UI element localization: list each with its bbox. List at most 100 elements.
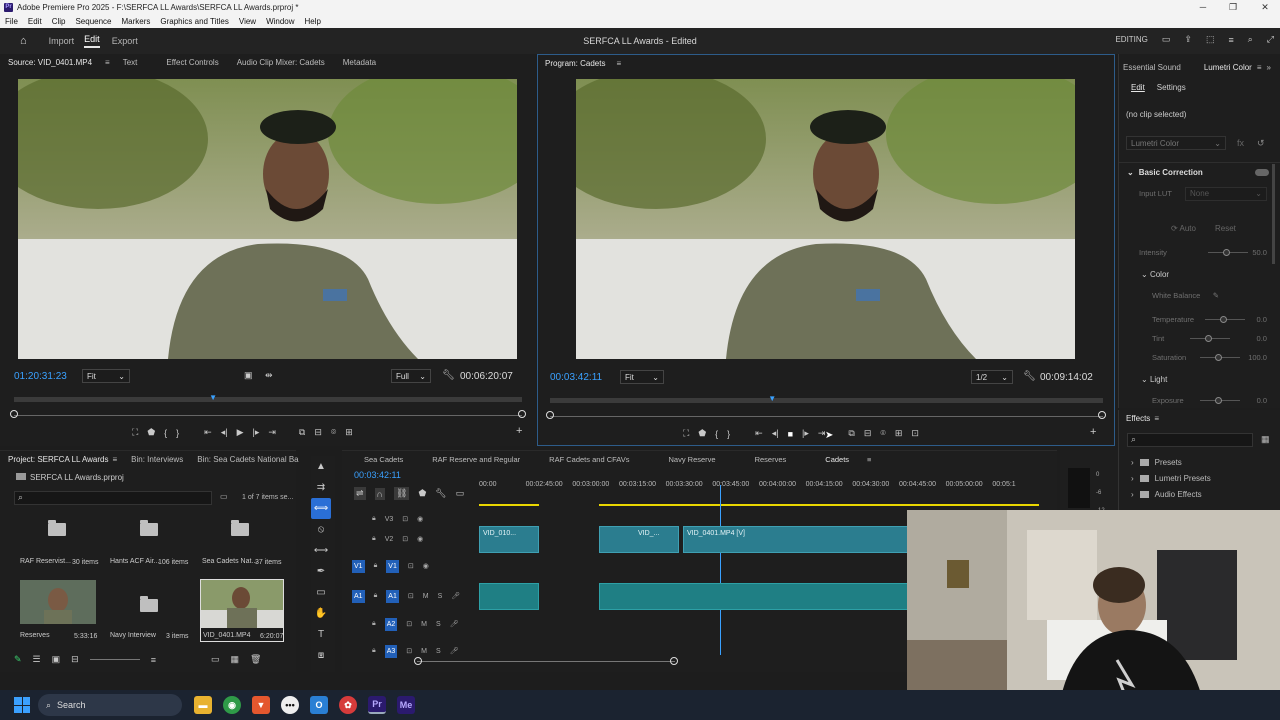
bin-name[interactable]: Navy Interview [110,632,156,639]
source-resolution-dropdown[interactable]: Full ⌄ [391,369,431,383]
light-section-header[interactable]: ⌄ Light [1141,375,1167,384]
panel-menu-icon[interactable]: ≡ [101,58,114,67]
eye-icon[interactable]: ◉ [417,515,423,523]
tab-audio-clip-mixer[interactable]: Audio Clip Mixer: Cadets [228,58,334,67]
media-encoder-icon[interactable]: Me [397,696,415,714]
bin-name[interactable]: Reserves [20,632,50,639]
lock-icon[interactable]: 🔒︎ [372,620,376,628]
program-time-ruler[interactable] [550,398,1103,403]
tab-effect-controls[interactable]: Effect Controls [146,58,227,67]
snap-icon[interactable]: ∩ [374,487,386,500]
tab-effects[interactable]: Effects [1119,414,1154,423]
effects-item-lumetri-presets[interactable]: › Lumetri Presets [1131,470,1211,486]
saturation-value[interactable]: 100.0 [1248,353,1267,362]
timeline-zoom-bar[interactable] [417,661,675,662]
program-resolution-dropdown[interactable]: 1/2 ⌄ [971,370,1013,384]
zoom-handle-left[interactable] [414,657,422,665]
track-a2[interactable]: 🔒︎ A2 ⊡ M S 🎤︎ [352,611,477,637]
pen-tool-icon[interactable]: ✒ [311,561,331,582]
file-explorer-icon[interactable]: ▬ [194,696,212,714]
tab-essential-sound[interactable]: Essential Sound [1119,63,1190,72]
panel-menu-icon[interactable]: ≡ [858,455,880,464]
mic-icon[interactable]: 🎤︎ [451,592,460,600]
zoom-handle-left[interactable] [10,410,18,418]
tab-project[interactable]: Project: SERFCA LL Awards [0,455,113,464]
lift-icon[interactable]: ⛶ [683,428,689,439]
trash-icon[interactable]: 🗑︎ [250,654,261,665]
sync-icon[interactable]: ⊡ [408,562,414,570]
timeline-settings-icon[interactable]: 🔧︎ [435,488,446,499]
effects-search-input[interactable]: ⌕ [1127,433,1253,447]
source-zoom-bar[interactable] [14,415,522,416]
tab-source[interactable]: Source: VID_0401.MP4 [0,58,101,67]
clip-a1[interactable] [479,583,539,610]
program-fit-dropdown[interactable]: Fit ⌄ [620,370,664,384]
project-search-input[interactable]: ⌕ [14,491,212,505]
minimize-button[interactable]: ─ [1188,0,1218,14]
color-section-header[interactable]: ⌄ Color [1141,270,1169,279]
overwrite-icon[interactable]: ⊟ [314,427,322,438]
mute-icon[interactable]: M [421,648,427,655]
zoom-handle-right[interactable] [670,657,678,665]
mark-in-icon[interactable]: { [715,429,718,439]
solo-icon[interactable]: S [438,593,443,600]
sort-icon[interactable]: ≡ [151,655,156,665]
menu-edit[interactable]: Edit [23,17,47,26]
marker-icon[interactable]: ⬟ [698,428,706,439]
camera-icon[interactable]: ⌾ [331,427,336,438]
reset-button[interactable]: Reset [1215,224,1236,233]
sync-icon[interactable]: ⊡ [406,620,412,628]
subtab-edit[interactable]: Edit [1131,83,1145,92]
zoom-handle-left[interactable] [546,411,554,419]
type-tool-icon[interactable]: T [311,624,331,645]
menu-markers[interactable]: Markers [117,17,156,26]
auto-button[interactable]: ⟳ Auto [1171,224,1196,233]
panel-menu-icon[interactable]: ≡ [1154,414,1159,423]
restore-button[interactable]: ❐ [1218,0,1248,14]
tab-program[interactable]: Program: Cadets [538,59,614,68]
lock-icon[interactable]: 🔒︎ [374,592,378,600]
solo-icon[interactable]: S [436,621,441,628]
chat-app-icon[interactable]: ••• [281,696,299,714]
mute-icon[interactable]: M [423,593,429,600]
linked-selection-icon[interactable]: ⛓ [394,487,410,500]
lock-icon[interactable]: 🔒︎ [372,515,376,523]
source-patch-v1[interactable]: V1 [352,559,365,573]
mark-in-icon[interactable]: { [164,428,167,438]
search-icon[interactable]: ⌕ [1248,34,1253,45]
tint-slider[interactable] [1190,335,1231,342]
add-marker-icon[interactable]: ⬟ [418,488,426,499]
tab-bin-sea-cadets[interactable]: Bin: Sea Cadets National Ba [197,455,298,464]
tab-export[interactable]: Export [112,36,138,46]
program-video-frame[interactable] [576,79,1075,359]
tab-text[interactable]: Text [114,58,147,67]
extract-icon[interactable]: ⊟ [864,428,872,439]
razor-tool-icon[interactable]: ⦸ [311,519,331,540]
new-bin-icon[interactable]: ▦ [1261,434,1270,445]
track-v2[interactable]: 🔒︎ V2 ⊡ ◉ [352,526,477,552]
tab-cadets[interactable]: Cadets [795,455,858,464]
tab-edit[interactable]: Edit [84,34,100,48]
clip-v2[interactable]: VID_0401.MP4 [V] [683,526,908,553]
menu-graphics[interactable]: Graphics and Titles [155,17,233,26]
temperature-slider[interactable] [1205,316,1246,323]
go-to-in-icon[interactable]: ⇤ [204,427,212,438]
clip-v2[interactable]: VID_010... [479,526,539,553]
exposure-value[interactable]: 0.0 [1257,396,1267,405]
reset-effect-icon[interactable]: ↺ [1257,138,1265,149]
program-zoom-bar[interactable] [550,416,1103,417]
lock-icon[interactable]: 🔒︎ [372,647,376,655]
panel-menu-icon[interactable]: ≡ [1228,35,1233,45]
eye-icon[interactable]: ◉ [417,535,423,543]
panel-menu-icon[interactable]: ≡ [614,59,623,68]
step-back-icon[interactable]: ◂| [772,428,779,439]
bin-folder-icon[interactable] [140,596,158,612]
add-button-icon[interactable]: + [516,425,522,437]
insert-clip-icon[interactable]: ⧉ [299,427,305,438]
thumbnail-size-slider[interactable] [89,659,140,660]
fx-icon[interactable]: fx [1237,138,1244,148]
hand-tool-icon[interactable]: ✋ [311,603,331,624]
caption-tool-icon[interactable]: ⧆ [311,645,331,666]
panel-menu-icon[interactable]: ≡ [113,455,132,464]
mark-out-icon[interactable]: } [727,429,730,439]
